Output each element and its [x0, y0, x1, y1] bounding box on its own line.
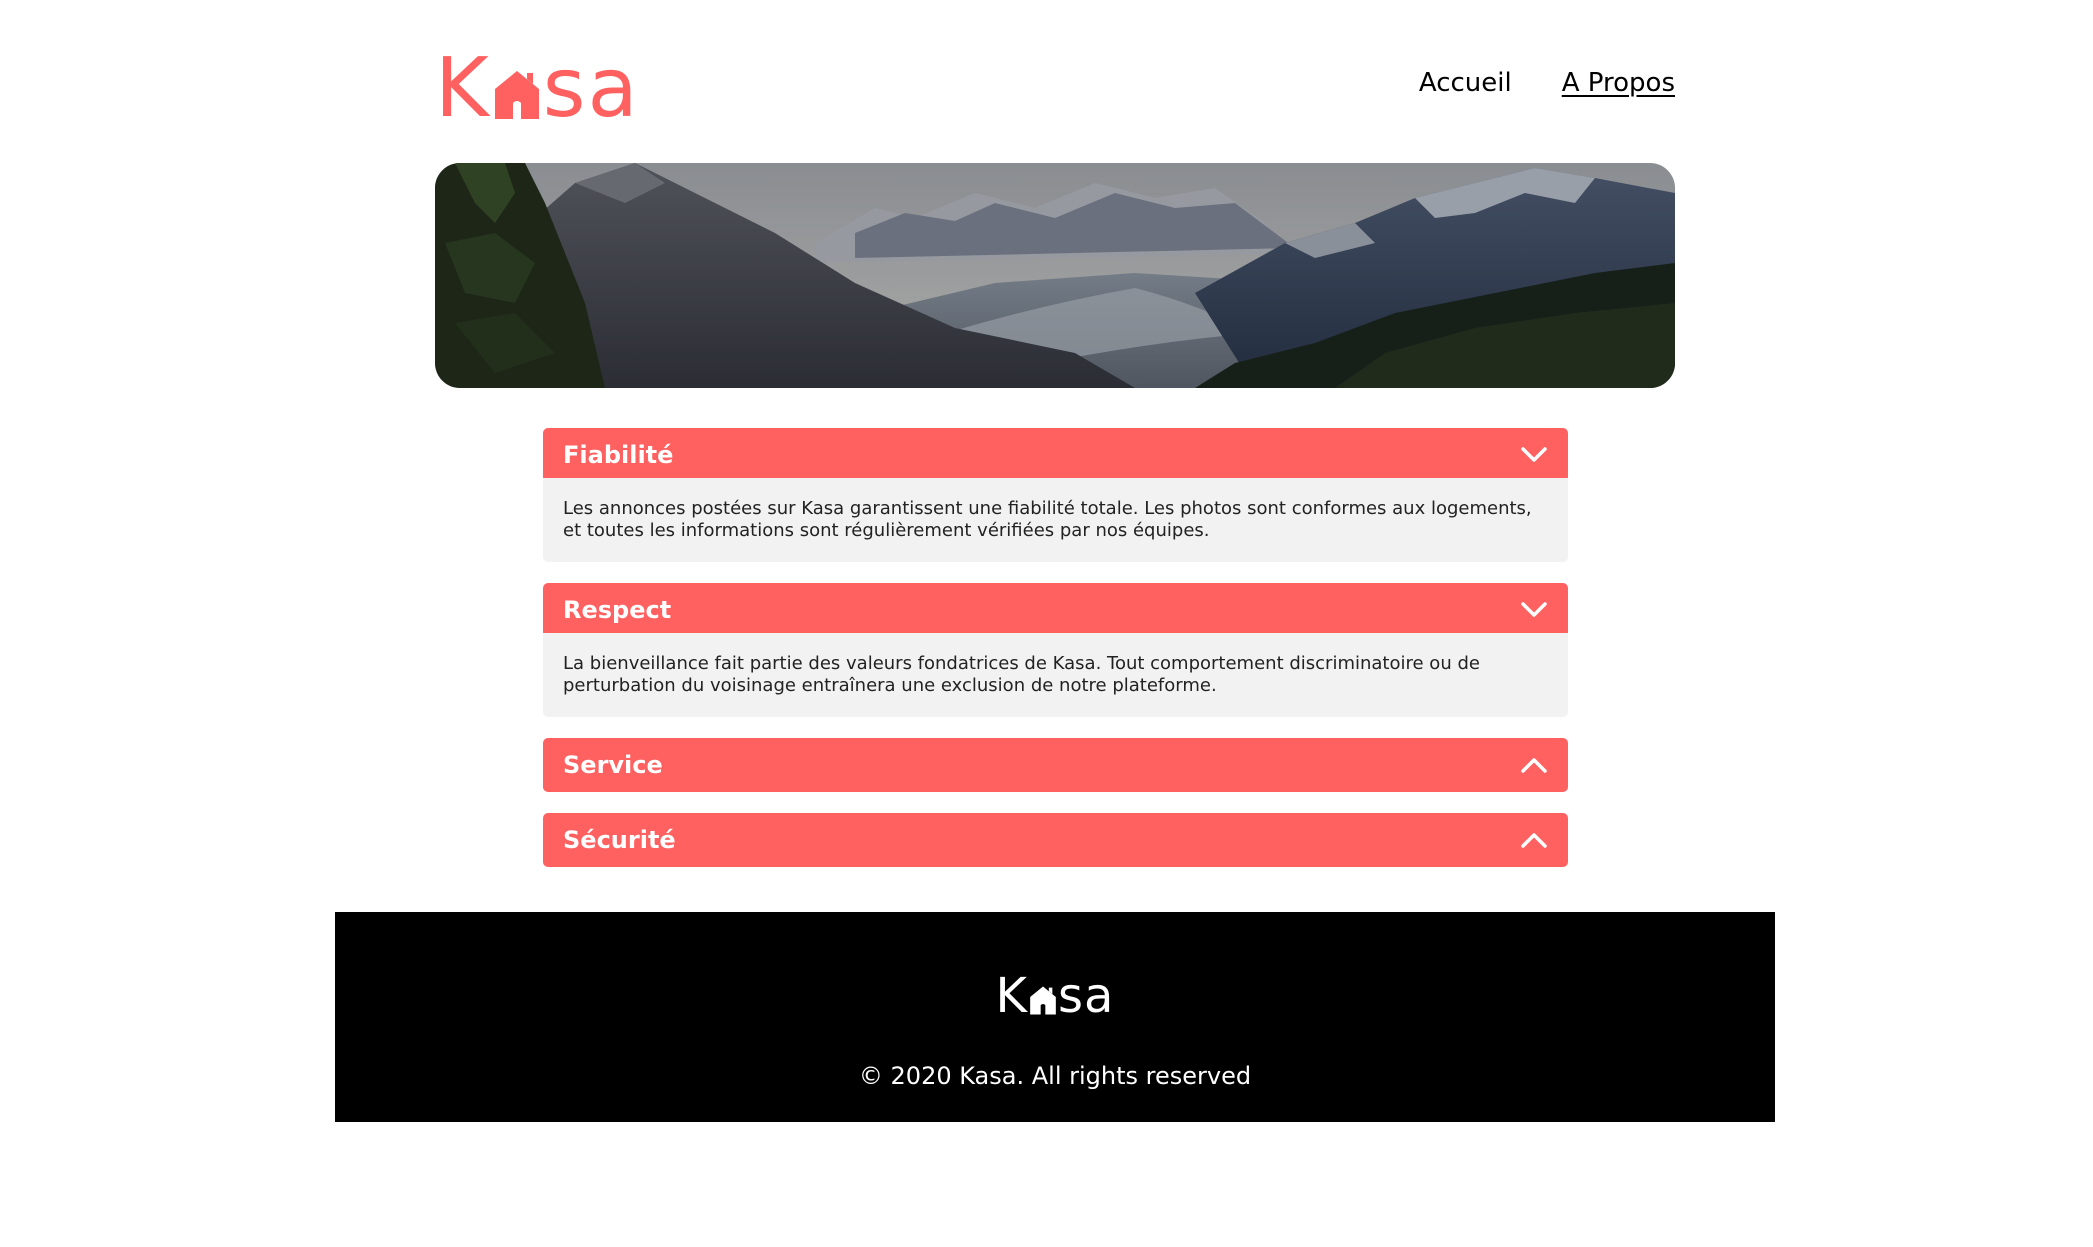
chevron-up-icon[interactable] [1520, 756, 1548, 774]
accordion-item-security: Sécurité [543, 813, 1568, 867]
footer-logo-letters-sa: sa [1058, 968, 1115, 1024]
kasa-logo[interactable]: K sa [435, 48, 651, 130]
site-header: K sa Accueil A Propos [435, 40, 1675, 130]
accordion-header-respect[interactable]: Respect [543, 583, 1568, 637]
accordion-header-service[interactable]: Service [543, 738, 1568, 792]
values-accordion: Fiabilité Les annonces postées sur Kasa … [543, 428, 1568, 888]
accordion-item-reliability: Fiabilité Les annonces postées sur Kasa … [543, 428, 1568, 562]
house-icon [1030, 986, 1056, 1014]
accordion-text: Les annonces postées sur Kasa garantisse… [563, 498, 1532, 541]
accordion-header-security[interactable]: Sécurité [543, 813, 1568, 867]
accordion-body-reliability: Les annonces postées sur Kasa garantisse… [543, 478, 1568, 562]
chevron-up-icon[interactable] [1520, 831, 1548, 849]
accordion-header-reliability[interactable]: Fiabilité [543, 428, 1568, 482]
accordion-body-respect: La bienveillance fait partie des valeurs… [543, 633, 1568, 717]
footer-logo: K sa [335, 972, 1775, 1020]
logo-letters-sa: sa [542, 41, 640, 136]
accordion-item-service: Service [543, 738, 1568, 792]
main-nav: Accueil A Propos [1419, 68, 1675, 98]
chevron-down-icon[interactable] [1520, 601, 1548, 619]
chevron-down-icon[interactable] [1520, 446, 1548, 464]
site-footer: K sa © 2020 Kasa. All rights reserved [335, 912, 1775, 1122]
accordion-text: La bienveillance fait partie des valeurs… [563, 653, 1480, 696]
house-icon [494, 71, 539, 119]
accordion-title: Service [563, 751, 663, 779]
nav-link-about[interactable]: A Propos [1562, 68, 1675, 98]
nav-link-home[interactable]: Accueil [1419, 68, 1512, 98]
about-banner [435, 163, 1675, 388]
accordion-item-respect: Respect La bienveillance fait partie des… [543, 583, 1568, 717]
copyright-text: © 2020 Kasa. All rights reserved [858, 1062, 1252, 1090]
accordion-title: Sécurité [563, 826, 676, 854]
accordion-title: Respect [563, 596, 672, 624]
logo-letter-k: K [435, 41, 491, 136]
mountain-landscape-image [435, 163, 1675, 388]
footer-logo-letter-k: K [995, 968, 1029, 1024]
accordion-title: Fiabilité [563, 441, 674, 469]
